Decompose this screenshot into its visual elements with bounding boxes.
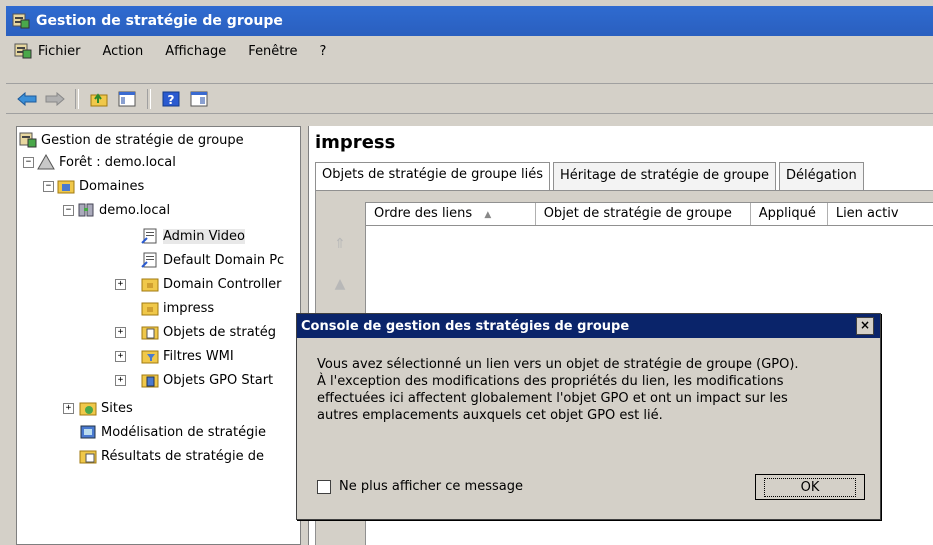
tree-item-starter-gpos[interactable]: Objets GPO Start: [141, 369, 273, 391]
tree-item-results[interactable]: Résultats de stratégie de: [79, 445, 264, 467]
tree-item-label: Objets GPO Start: [163, 372, 274, 388]
results-icon: [79, 450, 97, 464]
tab-inheritance[interactable]: Héritage de stratégie de groupe: [553, 162, 776, 190]
console-tree: Gestion de stratégie de groupe − Forêt :…: [16, 126, 301, 545]
window-title: Gestion de stratégie de groupe: [36, 13, 283, 29]
svg-text:?: ?: [168, 93, 175, 107]
tree-item-demo-local[interactable]: demo.local: [77, 199, 170, 221]
gpmc-icon: [19, 132, 37, 148]
menu-affichage[interactable]: Affichage: [165, 44, 226, 59]
forest-icon: [37, 154, 55, 170]
ok-button-label: OK: [763, 477, 857, 497]
tab-linked-gpos[interactable]: Objets de stratégie de groupe liés: [315, 162, 551, 190]
domain-icon: [78, 203, 94, 217]
dialog-message: Vous avez sélectionné un lien vers un ob…: [317, 356, 862, 424]
dialog-title: Console de gestion des stratégies de gro…: [301, 318, 630, 334]
column-label: Ordre des liens: [374, 206, 473, 221]
up-folder-icon[interactable]: [88, 89, 110, 109]
sort-ascending-icon: ▲: [484, 210, 492, 220]
properties-icon[interactable]: [188, 89, 210, 109]
gpo-link-icon: [141, 252, 157, 268]
ou-folder-icon: [141, 278, 159, 292]
collapse-toggle[interactable]: −: [23, 157, 34, 168]
column-header-gpo[interactable]: Objet de stratégie de groupe: [536, 203, 751, 225]
tree-item-domain-controllers[interactable]: Domain Controller: [141, 273, 282, 295]
tree-item-forest[interactable]: Forêt : demo.local: [37, 151, 176, 173]
filter-folder-icon: [141, 350, 159, 364]
menu-fenetre[interactable]: Fenêtre: [248, 44, 297, 59]
tree-item-label: Sites: [101, 400, 133, 416]
dialog-title-bar: Console de gestion des stratégies de gro…: [297, 314, 880, 338]
tree-item-modeling[interactable]: Modélisation de stratégie: [79, 421, 266, 443]
tree-item-admin-video[interactable]: Admin Video: [141, 225, 245, 247]
tree-item-label: Domaines: [79, 178, 145, 194]
console-menu-icon[interactable]: [14, 43, 32, 59]
tree-item-gpo-objects[interactable]: Objets de stratég: [141, 321, 276, 343]
tree-item-label: Default Domain Pc: [163, 252, 285, 268]
menu-bar: Fichier Action Affichage Fenêtre ?: [6, 36, 933, 84]
collapse-toggle[interactable]: −: [63, 205, 74, 216]
toolbar-separator: [75, 88, 79, 109]
toolbar: ?: [6, 84, 933, 114]
toolbar-separator: [147, 88, 151, 109]
column-header-enforced[interactable]: Appliqué: [751, 203, 828, 225]
checkbox-box[interactable]: [317, 479, 331, 494]
tab-strip: Objets de stratégie de groupe liés Hérit…: [315, 162, 867, 190]
ou-folder-icon: [141, 302, 159, 316]
tree-item-default-domain-policy[interactable]: Default Domain Pc: [141, 249, 284, 271]
gpo-link-icon: [141, 228, 157, 244]
gpmc-app-icon: [12, 13, 30, 29]
tree-item-label: Domain Controller: [163, 276, 282, 292]
forward-arrow-icon[interactable]: [44, 89, 66, 109]
tree-item-gpmc-root[interactable]: Gestion de stratégie de groupe: [19, 129, 244, 151]
expand-toggle[interactable]: +: [115, 375, 126, 386]
expand-toggle[interactable]: +: [115, 279, 126, 290]
tree-item-domaines[interactable]: Domaines: [57, 175, 144, 197]
message-line: Vous avez sélectionné un lien vers un ob…: [317, 357, 799, 372]
expand-toggle[interactable]: +: [115, 327, 126, 338]
domains-folder-icon: [57, 180, 75, 194]
menu-help[interactable]: ?: [319, 44, 326, 59]
sites-folder-icon: [79, 402, 97, 416]
column-header-link-order[interactable]: Ordre des liens ▲: [366, 203, 536, 225]
window-title-bar: Gestion de stratégie de groupe: [6, 6, 933, 36]
dont-show-again-checkbox[interactable]: Ne plus afficher ce message: [317, 479, 523, 494]
help-icon[interactable]: ?: [160, 89, 182, 109]
tree-item-label: Forêt : demo.local: [59, 154, 176, 170]
tree-item-impress[interactable]: impress: [141, 297, 214, 319]
gpo-folder-icon: [141, 326, 159, 340]
tree-item-label: impress: [163, 300, 215, 316]
tab-delegation[interactable]: Délégation: [778, 162, 864, 190]
checkbox-label: Ne plus afficher ce message: [339, 479, 523, 494]
expand-toggle[interactable]: +: [115, 351, 126, 362]
modeling-icon: [80, 425, 96, 439]
tree-item-wmi-filters[interactable]: Filtres WMI: [141, 345, 234, 367]
tree-item-label: Admin Video: [163, 228, 245, 244]
menu-fichier[interactable]: Fichier: [38, 44, 81, 59]
tree-item-label: Résultats de stratégie de: [101, 448, 265, 464]
tree-item-label: Filtres WMI: [163, 348, 234, 364]
tree-item-label: demo.local: [99, 202, 171, 218]
tree-item-label: Objets de stratég: [163, 324, 277, 340]
move-up-icon[interactable]: ▲: [327, 276, 353, 298]
move-top-icon[interactable]: ⇑: [327, 236, 353, 258]
gpo-link-warning-dialog: Console de gestion des stratégies de gro…: [296, 313, 881, 520]
expand-toggle[interactable]: +: [63, 403, 74, 414]
message-line: autres emplacements auxquels cet objet G…: [317, 408, 663, 423]
back-arrow-icon[interactable]: [16, 89, 38, 109]
collapse-toggle[interactable]: −: [43, 181, 54, 192]
close-icon[interactable]: ×: [856, 317, 874, 335]
column-header-link-enabled[interactable]: Lien activ: [828, 203, 933, 225]
table-header: Ordre des liens ▲ Objet de stratégie de …: [366, 203, 933, 226]
message-line: À l'exception des modifications des prop…: [317, 374, 784, 389]
ok-button[interactable]: OK: [755, 474, 865, 500]
tree-item-label: Gestion de stratégie de groupe: [41, 132, 244, 148]
show-hide-tree-icon[interactable]: [116, 89, 138, 109]
tree-item-label: Modélisation de stratégie: [101, 424, 266, 440]
page-title: impress: [315, 132, 396, 153]
starter-gpo-folder-icon: [141, 374, 159, 388]
tree-item-sites[interactable]: Sites: [79, 397, 133, 419]
message-line: effectuées ici affectent globalement l'o…: [317, 391, 788, 406]
menu-action[interactable]: Action: [103, 44, 144, 59]
